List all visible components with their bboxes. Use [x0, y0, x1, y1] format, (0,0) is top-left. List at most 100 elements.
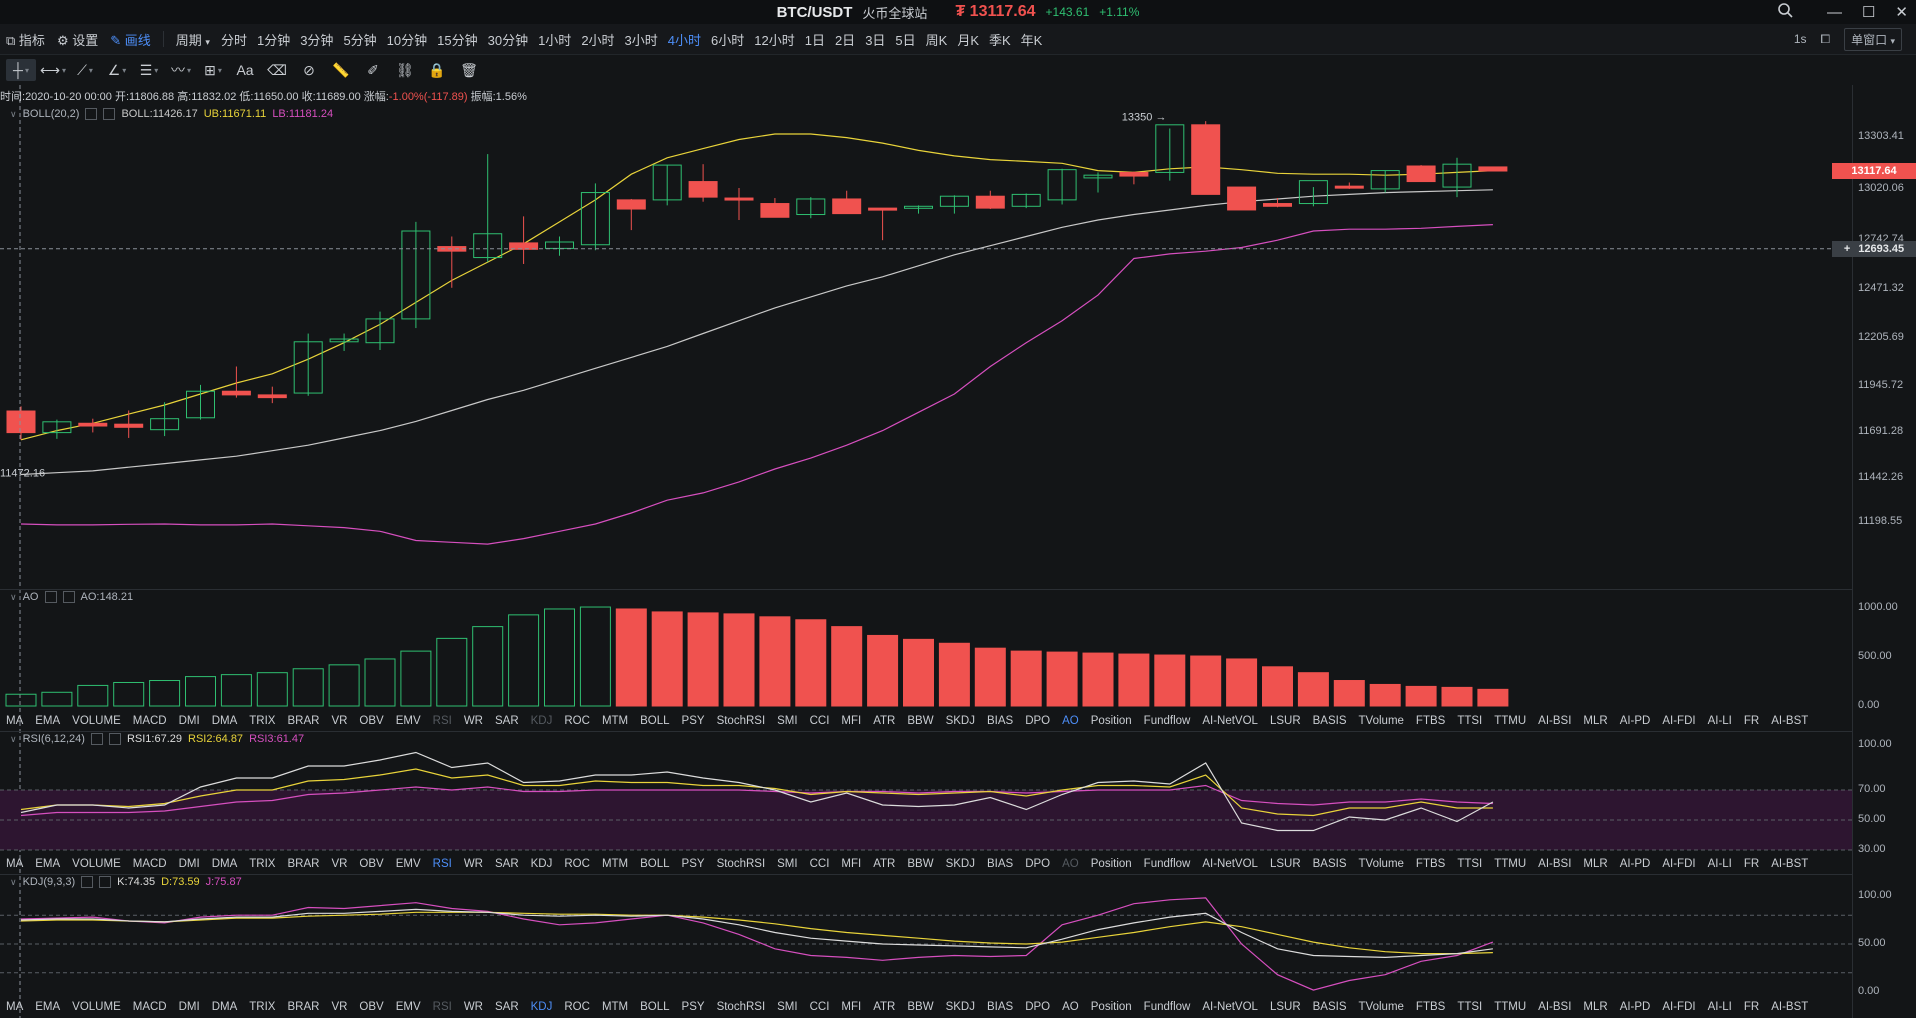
indicator-tab-fundflow[interactable]: Fundflow — [1138, 715, 1197, 727]
indicator-tab-ai-pd[interactable]: AI-PD — [1614, 715, 1657, 727]
indicator-tab-macd[interactable]: MACD — [127, 715, 173, 727]
indicator-tab-bias[interactable]: BIAS — [981, 858, 1019, 870]
indicator-tab-mfi[interactable]: MFI — [835, 715, 867, 727]
link-icon[interactable]: ⛓ — [390, 59, 420, 81]
crosshair-tool-icon[interactable]: ┼ ▾ — [6, 59, 36, 81]
indicator-tab-ma[interactable]: MA — [0, 858, 29, 870]
close-icon[interactable] — [62, 591, 75, 603]
settings-button[interactable]: ⚙ 设置 — [51, 30, 104, 49]
indicator-tab-mtm[interactable]: MTM — [596, 1001, 634, 1013]
indicator-tab-fr[interactable]: FR — [1738, 858, 1765, 870]
indicator-tab-obv[interactable]: OBV — [353, 858, 389, 870]
timeframe-item[interactable]: 3小时 — [620, 30, 663, 49]
indicator-tab-bias[interactable]: BIAS — [981, 1001, 1019, 1013]
indicator-tab-fundflow[interactable]: Fundflow — [1138, 858, 1197, 870]
indicator-tab-basis[interactable]: BASIS — [1307, 715, 1353, 727]
indicator-tab-kdj[interactable]: KDJ — [525, 858, 559, 870]
indicator-tab-dpo[interactable]: DPO — [1019, 715, 1056, 727]
indicator-tab-lsur[interactable]: LSUR — [1264, 858, 1307, 870]
timeframe-item[interactable]: 2日 — [830, 30, 860, 49]
close-icon[interactable] — [99, 876, 112, 888]
collapse-chevron-icon[interactable]: ∨ — [10, 734, 17, 745]
close-icon[interactable] — [108, 733, 121, 745]
indicator-tab-obv[interactable]: OBV — [353, 1001, 389, 1013]
indicator-tab-roc[interactable]: ROC — [558, 858, 596, 870]
indicator-tab-lsur[interactable]: LSUR — [1264, 715, 1307, 727]
refresh-interval[interactable]: 1s — [1794, 32, 1807, 46]
indicator-tab-position[interactable]: Position — [1085, 858, 1138, 870]
collapse-chevron-icon[interactable]: ∨ — [10, 109, 17, 120]
indicator-tab-atr[interactable]: ATR — [867, 715, 901, 727]
eraser-icon[interactable]: ⌫ — [262, 59, 292, 81]
indicator-tab-ai-li[interactable]: AI-LI — [1702, 715, 1738, 727]
indicator-tab-boll[interactable]: BOLL — [634, 715, 675, 727]
indicator-tab-roc[interactable]: ROC — [558, 715, 596, 727]
indicator-tab-sar[interactable]: SAR — [489, 1001, 525, 1013]
indicator-tab-trix[interactable]: TRIX — [243, 715, 281, 727]
window-mode-select[interactable]: 单窗口 ▾ — [1844, 27, 1902, 51]
indicator-tab-ai-pd[interactable]: AI-PD — [1614, 858, 1657, 870]
timeframe-item[interactable]: 5日 — [890, 30, 920, 49]
indicator-tab-rsi[interactable]: RSI — [427, 1001, 458, 1013]
indicator-tab-wr[interactable]: WR — [458, 715, 489, 727]
timeframe-item[interactable]: 3日 — [860, 30, 890, 49]
indicator-tab-dpo[interactable]: DPO — [1019, 1001, 1056, 1013]
indicator-tab-sar[interactable]: SAR — [489, 858, 525, 870]
indicator-tab-ai-bst[interactable]: AI-BST — [1765, 1001, 1814, 1013]
indicator-tab-brar[interactable]: BRAR — [281, 858, 325, 870]
indicator-tab-stochrsi[interactable]: StochRSI — [711, 858, 772, 870]
indicator-tab-ai-fdi[interactable]: AI-FDI — [1656, 858, 1701, 870]
timeframe-item[interactable]: 季K — [984, 30, 1016, 49]
timeframe-item[interactable]: 月K — [952, 30, 984, 49]
indicator-tab-trix[interactable]: TRIX — [243, 858, 281, 870]
draw-line-button[interactable]: ✎ 画线 — [104, 30, 157, 49]
angle-tool-icon[interactable]: ∠ ▾ — [102, 59, 132, 81]
indicator-tab-vr[interactable]: VR — [325, 858, 353, 870]
indicator-tab-tvolume[interactable]: TVolume — [1353, 858, 1410, 870]
indicator-tab-ai-fdi[interactable]: AI-FDI — [1656, 1001, 1701, 1013]
settings-icon[interactable] — [90, 733, 103, 745]
indicator-tab-ai-li[interactable]: AI-LI — [1702, 1001, 1738, 1013]
indicator-tab-stochrsi[interactable]: StochRSI — [711, 1001, 772, 1013]
indicator-tab-wr[interactable]: WR — [458, 858, 489, 870]
collapse-chevron-icon[interactable]: ∨ — [10, 592, 17, 603]
indicator-tab-cci[interactable]: CCI — [804, 1001, 836, 1013]
collapse-chevron-icon[interactable]: ∨ — [10, 877, 17, 888]
indicator-tab-ttmu[interactable]: TTMU — [1488, 1001, 1532, 1013]
timeframe-item[interactable]: 1分钟 — [252, 30, 295, 49]
indicator-tab-emv[interactable]: EMV — [390, 715, 427, 727]
indicator-tab-kdj[interactable]: KDJ — [525, 715, 559, 727]
chart-canvas[interactable]: 13350 → 11472.16 — [0, 85, 1916, 1018]
indicator-tab-ai-netvol[interactable]: AI-NetVOL — [1196, 1001, 1264, 1013]
indicator-tab-ma[interactable]: MA — [0, 715, 29, 727]
indicator-tab-ao[interactable]: AO — [1056, 715, 1085, 727]
indicator-tab-mfi[interactable]: MFI — [835, 858, 867, 870]
indicator-tab-brar[interactable]: BRAR — [281, 715, 325, 727]
indicator-tab-basis[interactable]: BASIS — [1307, 858, 1353, 870]
indicator-tab-mlr[interactable]: MLR — [1577, 858, 1613, 870]
indicator-tab-ai-pd[interactable]: AI-PD — [1614, 1001, 1657, 1013]
timeframe-item[interactable]: 30分钟 — [483, 30, 533, 49]
indicator-tab-dpo[interactable]: DPO — [1019, 858, 1056, 870]
horizontal-line-tool-icon[interactable]: ⟷ ▾ — [38, 59, 68, 81]
indicator-tab-dmi[interactable]: DMI — [173, 858, 206, 870]
indicator-tab-dma[interactable]: DMA — [206, 715, 244, 727]
indicator-tab-ai-fdi[interactable]: AI-FDI — [1656, 715, 1701, 727]
indicator-tab-smi[interactable]: SMI — [771, 715, 803, 727]
indicator-tab-ai-bsi[interactable]: AI-BSI — [1532, 715, 1577, 727]
panel-divider[interactable] — [0, 589, 1852, 590]
indicator-button[interactable]: ⧉ 指标 — [0, 30, 51, 49]
indicator-tab-ftbs[interactable]: FTBS — [1410, 1001, 1451, 1013]
grid-tool-icon[interactable]: ⊞ ▾ — [198, 59, 228, 81]
indicator-tab-ai-bst[interactable]: AI-BST — [1765, 858, 1814, 870]
indicator-tab-mtm[interactable]: MTM — [596, 715, 634, 727]
indicator-tab-obv[interactable]: OBV — [353, 715, 389, 727]
trash-icon[interactable]: 🗑 — [454, 59, 484, 81]
indicator-tab-bbw[interactable]: BBW — [901, 1001, 939, 1013]
indicator-tab-volume[interactable]: VOLUME — [66, 858, 127, 870]
indicator-tab-fr[interactable]: FR — [1738, 1001, 1765, 1013]
indicator-tab-ftbs[interactable]: FTBS — [1410, 858, 1451, 870]
timeframe-item[interactable]: 1日 — [800, 30, 830, 49]
timeframe-item[interactable]: 10分钟 — [382, 30, 432, 49]
indicator-tab-tvolume[interactable]: TVolume — [1353, 1001, 1410, 1013]
